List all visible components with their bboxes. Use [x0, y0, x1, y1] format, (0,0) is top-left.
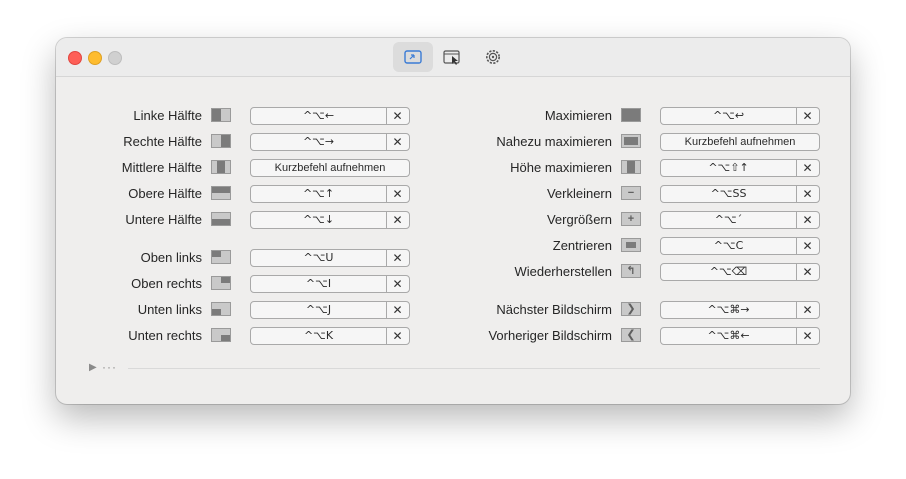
minus-icon: − — [621, 186, 641, 200]
clear-shortcut-button[interactable]: ✕ — [796, 212, 819, 228]
shortcut-keys: ^⌥⌘← — [661, 328, 797, 344]
shortcut-row-smaller: Verkleinern − ^⌥SS ✕ — [56, 185, 846, 203]
restore-arrow-icon: ↰ — [621, 264, 641, 278]
shortcut-label: Nächster Bildschirm — [496, 302, 612, 317]
shortcut-label: Maximieren — [544, 108, 612, 123]
shortcut-field[interactable]: ^⌥C ✕ — [660, 237, 820, 255]
tab-shortcuts[interactable] — [393, 42, 433, 72]
zoom-window-button[interactable] — [108, 51, 122, 65]
shortcut-field[interactable]: ^⌥´ ✕ — [660, 211, 820, 229]
shortcut-label: Höhe maximieren — [510, 160, 612, 175]
clear-shortcut-button[interactable]: ✕ — [796, 186, 819, 202]
keyboard-shortcut-icon — [404, 50, 422, 64]
plus-icon: + — [621, 212, 641, 226]
more-options-toggle[interactable]: ··· — [102, 360, 117, 374]
shortcut-keys: ^⌥´ — [661, 212, 797, 228]
clear-shortcut-button[interactable]: ✕ — [796, 302, 819, 318]
divider — [128, 368, 820, 369]
shortcut-row-maximize-height: Höhe maximieren ^⌥⇧↑ ✕ — [56, 159, 846, 177]
shortcut-row-larger: Vergrößern + ^⌥´ ✕ — [56, 211, 846, 229]
shortcut-label: Vorheriger Bildschirm — [488, 328, 612, 343]
shortcut-row-center: Zentrieren ^⌥C ✕ — [56, 237, 846, 255]
next-display-icon: ❯ — [621, 302, 641, 316]
record-shortcut-label: Kurzbefehl aufnehmen — [684, 136, 796, 148]
center-icon — [621, 238, 641, 252]
shortcut-label: Verkleinern — [546, 186, 612, 201]
shortcut-label: Zentrieren — [552, 238, 612, 253]
shortcut-field[interactable]: ^⌥⌘← ✕ — [660, 327, 820, 345]
shortcut-field[interactable]: ^⌥↩ ✕ — [660, 107, 820, 125]
window-cursor-icon — [443, 50, 460, 65]
clear-shortcut-button[interactable]: ✕ — [796, 328, 819, 344]
shortcut-label: Nahezu maximieren — [496, 134, 612, 149]
shortcut-keys: ^⌥⇧↑ — [661, 160, 797, 176]
clear-shortcut-button[interactable]: ✕ — [796, 108, 819, 124]
shortcut-label: Vergrößern — [546, 212, 612, 227]
clear-shortcut-button[interactable]: ✕ — [796, 264, 819, 280]
shortcut-row-almost-maximize: Nahezu maximieren Kurzbefehl aufnehmen — [56, 133, 846, 151]
shortcut-keys: ^⌥⌘→ — [661, 302, 797, 318]
shortcut-keys: ^⌥C — [661, 238, 797, 254]
shortcut-keys: ^⌥SS — [661, 186, 797, 202]
record-shortcut-field[interactable]: Kurzbefehl aufnehmen — [660, 133, 820, 151]
shortcut-keys: ^⌥↩ — [661, 108, 797, 124]
shortcut-row-restore: Wiederherstellen ↰ ^⌥⌫ ✕ — [56, 263, 846, 281]
title-bar — [56, 38, 850, 77]
maximize-icon — [621, 108, 641, 122]
shortcut-row-maximize: Maximieren ^⌥↩ ✕ — [56, 107, 846, 125]
shortcut-field[interactable]: ^⌥⌫ ✕ — [660, 263, 820, 281]
previous-display-icon: ❮ — [621, 328, 641, 342]
shortcut-row-previous-display: Vorheriger Bildschirm ❮ ^⌥⌘← ✕ — [56, 327, 846, 345]
shortcut-row-next-display: Nächster Bildschirm ❯ ^⌥⌘→ ✕ — [56, 301, 846, 319]
gear-icon — [486, 50, 500, 64]
close-window-button[interactable] — [68, 51, 82, 65]
clear-shortcut-button[interactable]: ✕ — [796, 160, 819, 176]
clear-shortcut-button[interactable]: ✕ — [796, 238, 819, 254]
disclosure-triangle-icon[interactable]: ▶ — [89, 362, 97, 373]
minimize-window-button[interactable] — [88, 51, 102, 65]
preferences-window: Linke Hälfte ^⌥← ✕ Rechte Hälfte ^⌥→ ✕ M… — [56, 38, 850, 404]
shortcut-label: Wiederherstellen — [514, 264, 612, 279]
tab-settings[interactable] — [473, 42, 513, 72]
almost-maximize-icon — [621, 134, 641, 148]
shortcut-field[interactable]: ^⌥⌘→ ✕ — [660, 301, 820, 319]
shortcut-field[interactable]: ^⌥SS ✕ — [660, 185, 820, 203]
shortcut-field[interactable]: ^⌥⇧↑ ✕ — [660, 159, 820, 177]
tab-snap-areas[interactable] — [433, 42, 473, 72]
maximize-height-icon — [621, 160, 641, 174]
shortcut-keys: ^⌥⌫ — [661, 264, 797, 280]
